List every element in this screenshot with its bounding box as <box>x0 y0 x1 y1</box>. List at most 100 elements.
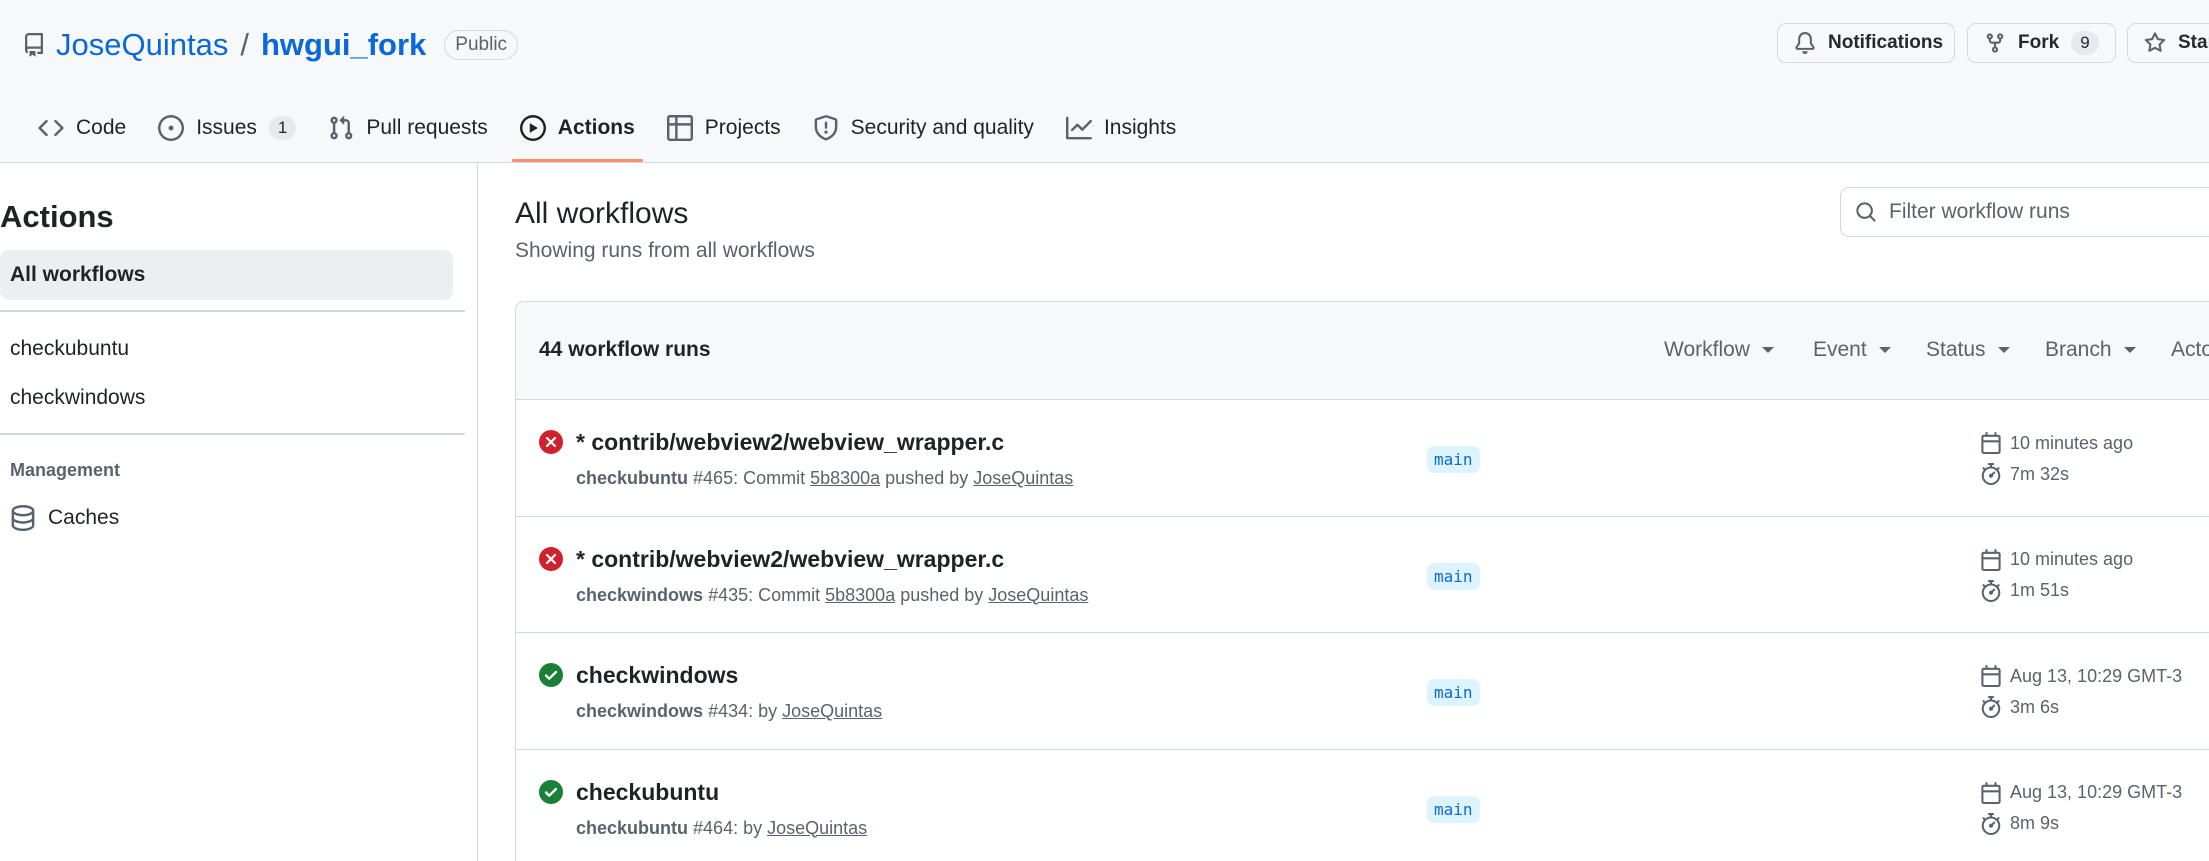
repo-name-link[interactable]: hwgui_fork <box>261 27 426 63</box>
run-title-link[interactable]: checkwindows <box>576 662 738 689</box>
tab-actions-label: Actions <box>557 116 635 139</box>
tab-projects-label: Projects <box>704 116 781 139</box>
tab-pull-requests[interactable]: Pull requests <box>312 104 503 152</box>
calendar-icon <box>1980 432 2002 454</box>
repo-header: JoseQuintas / hwgui_fork Public Notifica… <box>0 0 2209 163</box>
sidebar-item-checkubuntu[interactable]: checkubuntu <box>0 324 453 374</box>
repo-owner-link[interactable]: JoseQuintas <box>56 27 228 63</box>
run-when: 10 minutes ago <box>2010 549 2134 569</box>
star-button[interactable]: Star <box>2127 23 2209 63</box>
fork-label: Fork <box>2018 32 2060 53</box>
run-meta-text: pushed by <box>895 584 989 605</box>
repo-nav-tabs: Code Issues 1 Pull requests Actions Proj… <box>22 104 1192 162</box>
bell-icon <box>1794 32 1816 54</box>
branch-badge[interactable]: main <box>1427 562 1480 590</box>
user-link[interactable]: JoseQuintas <box>988 585 1088 605</box>
tab-pull-requests-label: Pull requests <box>366 116 488 139</box>
calendar-icon <box>1980 781 2002 804</box>
tab-security[interactable]: Security and quality <box>797 104 1050 152</box>
filter-placeholder: Filter workflow runs <box>1889 200 2070 223</box>
filter-actor-dropdown[interactable]: Actor <box>2171 338 2209 362</box>
workflow-runs-panel: All workflows Showing runs from all work… <box>515 163 2209 861</box>
fork-button[interactable]: Fork 9 <box>1967 23 2116 63</box>
run-duration-value: 3m 6s <box>2010 696 2060 717</box>
sidebar-item-all-workflows[interactable]: All workflows <box>0 250 453 300</box>
commit-link[interactable]: 5b8300a <box>810 468 880 488</box>
branch-badge[interactable]: main <box>1427 446 1480 473</box>
filter-event-dropdown[interactable]: Event <box>1813 338 1891 362</box>
stopwatch-icon <box>1980 696 2002 718</box>
tab-code[interactable]: Code <box>22 104 142 152</box>
run-when: Aug 13, 10:29 GMT-3 <box>2010 665 2183 686</box>
calendar-icon <box>1980 665 2002 687</box>
run-timestamp: Aug 13, 10:29 GMT-3 <box>1980 781 2183 804</box>
issues-count: 1 <box>268 116 297 140</box>
workflow-run-row[interactable]: * contrib/webview2/webview_wrapper.c che… <box>516 517 2209 633</box>
sidebar-item-label: checkwindows <box>10 386 146 409</box>
run-number: #435 <box>708 584 749 605</box>
tab-issues[interactable]: Issues 1 <box>142 104 312 152</box>
fork-count: 9 <box>2071 31 2099 55</box>
branch-badge[interactable]: main <box>1427 679 1480 706</box>
workflow-run-row[interactable]: * contrib/webview2/webview_wrapper.c che… <box>516 400 2209 517</box>
run-when: Aug 13, 10:29 GMT-3 <box>2010 782 2183 802</box>
star-label: Star <box>2178 32 2209 53</box>
tab-insights[interactable]: Insights <box>1050 104 1192 152</box>
run-meta: checkubuntu #464: by JoseQuintas <box>576 818 867 839</box>
notifications-label: Notifications <box>1828 32 1944 53</box>
chevron-down-icon <box>2123 347 2136 353</box>
workflow-run-row[interactable]: checkwindows checkwindows #434: by JoseQ… <box>516 633 2209 750</box>
play-icon <box>519 115 546 141</box>
filter-workflow-dropdown[interactable]: Workflow <box>1664 338 1774 362</box>
run-meta-text: : by <box>733 817 768 838</box>
search-icon <box>1855 201 1877 223</box>
repo-icon <box>22 33 46 57</box>
sidebar-title: Actions <box>0 199 114 234</box>
run-meta: checkwindows #434: by JoseQuintas <box>576 701 882 722</box>
stopwatch-icon <box>1980 463 2002 485</box>
sidebar-item-label: checkubuntu <box>10 337 130 360</box>
actions-sidebar: Actions All workflows checkubuntu checkw… <box>0 163 478 861</box>
run-timestamp: 10 minutes ago <box>1980 548 2134 571</box>
run-title-link[interactable]: * contrib/webview2/webview_wrapper.c <box>576 546 1004 573</box>
run-workflow-name: checkwindows <box>576 701 704 721</box>
run-workflow-name: checkubuntu <box>576 468 689 488</box>
tab-issues-label: Issues <box>196 116 257 139</box>
user-link[interactable]: JoseQuintas <box>767 818 867 838</box>
chevron-down-icon <box>1878 347 1891 353</box>
run-meta-text: pushed by <box>880 468 974 488</box>
filter-status-dropdown[interactable]: Status <box>1926 338 2010 362</box>
filter-branch-dropdown[interactable]: Branch <box>2045 338 2136 362</box>
visibility-badge: Public <box>444 30 519 60</box>
sidebar-item-caches[interactable]: Caches <box>0 493 453 543</box>
sidebar-item-checkwindows[interactable]: checkwindows <box>0 373 453 423</box>
filter-label: Actor <box>2171 338 2209 361</box>
management-heading: Management <box>10 460 121 480</box>
page-subtitle: Showing runs from all workflows <box>515 239 815 262</box>
database-icon <box>10 505 36 531</box>
failure-x-icon <box>539 430 563 454</box>
tab-actions[interactable]: Actions <box>504 104 651 162</box>
chevron-down-icon <box>1997 347 2010 353</box>
success-check-icon <box>539 779 563 804</box>
notifications-button[interactable]: Notifications <box>1777 23 1955 63</box>
chevron-down-icon <box>1761 347 1774 353</box>
workflow-run-row[interactable]: checkubuntu checkubuntu #464: by JoseQui… <box>516 750 2209 861</box>
run-title-link[interactable]: checkubuntu <box>576 779 719 806</box>
run-meta: checkubuntu #465: Commit 5b8300a pushed … <box>576 468 1073 489</box>
filter-workflow-runs-input[interactable]: Filter workflow runs <box>1840 187 2209 237</box>
run-title-link[interactable]: * contrib/webview2/webview_wrapper.c <box>576 429 1004 456</box>
graph-icon <box>1065 115 1092 141</box>
tab-code-label: Code <box>76 116 127 139</box>
user-link[interactable]: JoseQuintas <box>782 701 882 721</box>
run-number: #434 <box>708 701 749 721</box>
tab-projects[interactable]: Projects <box>651 104 797 152</box>
fork-icon <box>1984 32 2006 54</box>
page-title: All workflows <box>515 197 689 230</box>
commit-link[interactable]: 5b8300a <box>825 585 895 605</box>
run-duration-value: 1m 51s <box>2010 580 2070 600</box>
user-link[interactable]: JoseQuintas <box>973 468 1073 488</box>
run-when: 10 minutes ago <box>2010 432 2134 453</box>
run-meta: checkwindows #435: Commit 5b8300a pushed… <box>576 585 1088 606</box>
branch-badge[interactable]: main <box>1427 795 1480 823</box>
